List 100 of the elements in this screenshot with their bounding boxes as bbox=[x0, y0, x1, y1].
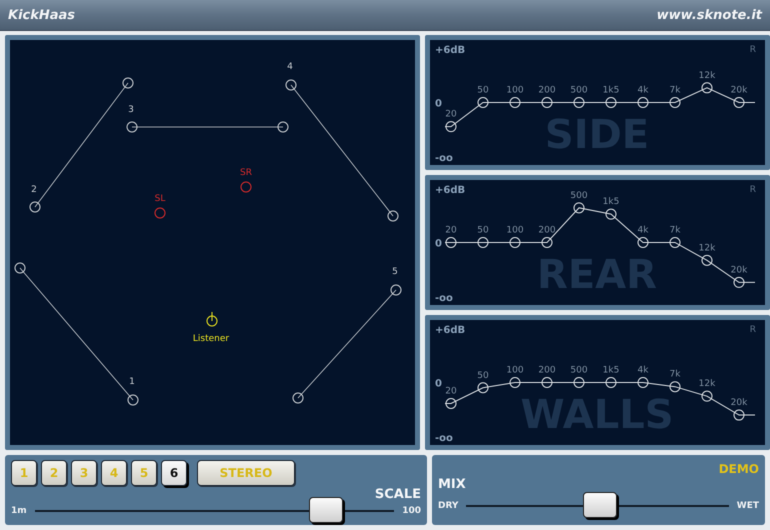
band-handle[interactable] bbox=[606, 97, 616, 108]
preset-button[interactable]: 1 bbox=[11, 460, 37, 486]
band-frequency: 200 bbox=[538, 86, 556, 96]
band-handle[interactable] bbox=[574, 97, 584, 108]
band-handle[interactable] bbox=[702, 82, 712, 94]
band-handle[interactable] bbox=[670, 237, 680, 248]
band-handle[interactable] bbox=[478, 237, 488, 248]
band-handle[interactable] bbox=[670, 97, 680, 108]
band-frequency: 500 bbox=[570, 190, 588, 201]
band-handle[interactable] bbox=[542, 97, 552, 108]
corner-label: R bbox=[750, 185, 756, 195]
band-frequency: 50 bbox=[477, 226, 489, 236]
slider-thumb[interactable] bbox=[583, 492, 618, 518]
wall-number: 3 bbox=[128, 105, 134, 115]
band-frequency: 500 bbox=[570, 86, 588, 96]
band-frequency: 20k bbox=[730, 398, 748, 408]
band-frequency: 500 bbox=[570, 366, 588, 376]
top-scale-label: +6dB bbox=[435, 185, 466, 196]
top-scale-label: +6dB bbox=[435, 325, 466, 336]
band-frequency: 20 bbox=[445, 386, 457, 396]
band-handle[interactable] bbox=[734, 97, 744, 108]
band-frequency: 20k bbox=[730, 86, 748, 96]
band-frequency: 100 bbox=[506, 366, 524, 376]
corner-label: R bbox=[750, 325, 756, 335]
demo-label: DEMO bbox=[718, 462, 759, 476]
band-handle[interactable] bbox=[542, 237, 552, 248]
source-handle[interactable] bbox=[154, 208, 166, 218]
band-handle[interactable] bbox=[574, 202, 584, 214]
band-handle[interactable] bbox=[702, 390, 712, 402]
wall-number: 5 bbox=[392, 267, 398, 277]
listener-icon[interactable] bbox=[206, 312, 218, 326]
stereo-button[interactable]: STEREO bbox=[197, 460, 295, 486]
band-handle[interactable] bbox=[638, 237, 648, 248]
band-handle[interactable] bbox=[446, 237, 456, 248]
band-handle[interactable] bbox=[478, 382, 488, 394]
band-frequency: 200 bbox=[538, 366, 556, 376]
preset-button[interactable]: 5 bbox=[131, 460, 157, 486]
wall-number: 4 bbox=[287, 62, 293, 72]
band-handle[interactable] bbox=[606, 208, 616, 220]
zero-scale-label: 0 bbox=[435, 378, 442, 390]
band-frequency: 12k bbox=[698, 243, 716, 254]
band-frequency: 4k bbox=[638, 86, 648, 96]
band-frequency: 1k5 bbox=[602, 366, 620, 376]
wall-number: 1 bbox=[129, 377, 135, 387]
band-frequency: 4k bbox=[638, 366, 648, 376]
wall-number: 2 bbox=[31, 185, 37, 195]
website-link[interactable]: www.sknote.it bbox=[656, 8, 762, 22]
band-handle[interactable] bbox=[510, 377, 520, 388]
source-label: SL bbox=[154, 194, 166, 204]
zero-scale-label: 0 bbox=[435, 238, 442, 250]
slider-thumb[interactable] bbox=[308, 497, 343, 523]
band-frequency: 20 bbox=[445, 226, 457, 236]
corner-label: R bbox=[750, 45, 756, 55]
band-frequency: 20 bbox=[445, 110, 457, 120]
band-handle[interactable] bbox=[478, 97, 488, 108]
band-frequency: 12k bbox=[698, 379, 716, 390]
band-handle[interactable] bbox=[734, 276, 744, 288]
band-frequency: 20k bbox=[730, 265, 748, 276]
band-handle[interactable] bbox=[574, 377, 584, 388]
scale-label: SCALE bbox=[374, 487, 421, 502]
band-frequency: 100 bbox=[506, 226, 524, 236]
source-handle[interactable] bbox=[240, 182, 252, 192]
source-label: SR bbox=[240, 168, 252, 178]
band-handle[interactable] bbox=[446, 121, 456, 132]
bottom-scale-label: -oo bbox=[435, 153, 453, 164]
band-frequency: 7k bbox=[670, 226, 680, 236]
band-frequency: 4k bbox=[638, 226, 648, 236]
top-scale-label: +6dB bbox=[435, 45, 466, 56]
band-frequency: 1k5 bbox=[602, 197, 620, 208]
band-frequency: 12k bbox=[698, 70, 716, 81]
band-handle[interactable] bbox=[510, 97, 520, 108]
band-handle[interactable] bbox=[638, 97, 648, 108]
slider-max-label: WET bbox=[736, 501, 759, 511]
band-handle[interactable] bbox=[702, 254, 712, 266]
band-handle[interactable] bbox=[606, 377, 616, 388]
preset-button[interactable]: 2 bbox=[41, 460, 67, 486]
preset-button[interactable]: 3 bbox=[71, 460, 97, 486]
preset-button[interactable]: 4 bbox=[101, 460, 127, 486]
band-handle[interactable] bbox=[670, 381, 680, 392]
listener-label: Listener bbox=[192, 334, 230, 344]
band-handle[interactable] bbox=[510, 237, 520, 248]
band-handle[interactable] bbox=[638, 377, 648, 388]
bottom-scale-label: -oo bbox=[435, 433, 453, 444]
wall-line[interactable] bbox=[126, 122, 288, 132]
app-name: KickHaas bbox=[8, 8, 76, 22]
band-frequency: 7k bbox=[670, 370, 680, 380]
band-frequency: 50 bbox=[477, 86, 489, 96]
band-handle[interactable] bbox=[542, 377, 552, 388]
bottom-scale-label: -oo bbox=[435, 293, 453, 304]
band-frequency: 1k5 bbox=[602, 86, 620, 96]
band-frequency: 200 bbox=[538, 226, 556, 236]
band-handle[interactable] bbox=[446, 398, 456, 409]
band-frequency: 7k bbox=[670, 86, 680, 96]
slider-max-label: 100 bbox=[402, 506, 421, 516]
band-frequency: 100 bbox=[506, 86, 524, 96]
slider-min-label: 1m bbox=[11, 506, 27, 516]
preset-button[interactable]: 6 bbox=[161, 460, 187, 486]
mix-label: MIX bbox=[438, 477, 466, 492]
zero-scale-label: 0 bbox=[435, 98, 442, 110]
band-handle[interactable] bbox=[734, 410, 744, 421]
